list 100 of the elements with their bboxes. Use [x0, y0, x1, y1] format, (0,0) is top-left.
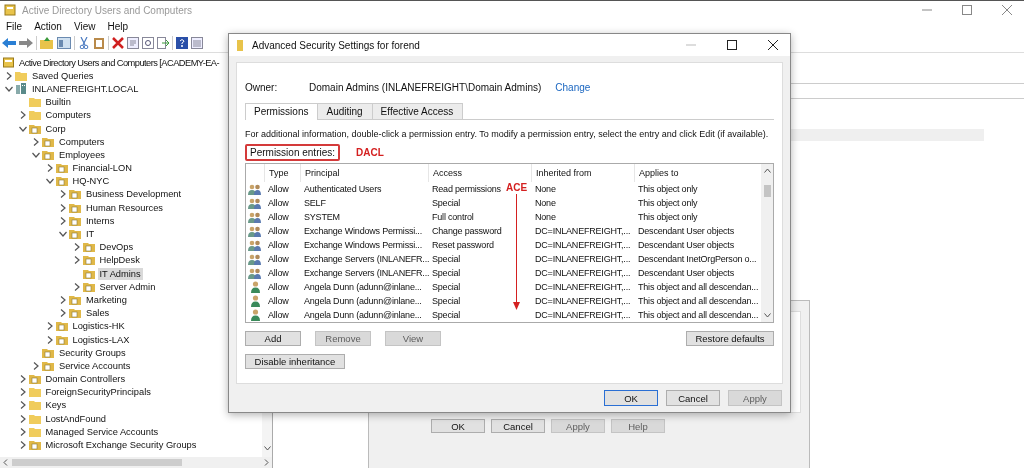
tree-item[interactable]: Sales [84, 307, 112, 320]
chevron-right-icon[interactable] [45, 335, 54, 344]
chevron-right-icon[interactable] [72, 256, 81, 265]
tree-item[interactable]: IT [84, 228, 97, 241]
tree-item[interactable]: Computers [57, 135, 107, 148]
tree-item[interactable]: Marketing [84, 293, 129, 306]
chevron-right-icon[interactable] [32, 137, 40, 146]
tab[interactable]: Permissions [245, 103, 319, 120]
tree-item[interactable]: Saved Queries [30, 69, 96, 82]
tree-item[interactable]: Managed Service Accounts [43, 425, 161, 438]
chevron-down-icon[interactable] [18, 124, 27, 133]
column-header[interactable]: Access [428, 164, 531, 182]
dialog-button[interactable]: Cancel [666, 390, 720, 406]
vertical-scrollbar[interactable] [761, 164, 773, 322]
chevron-right-icon[interactable] [18, 401, 27, 410]
chevron-right-icon[interactable] [72, 243, 81, 252]
panel-icon[interactable] [191, 37, 203, 49]
table-cell: Special [432, 197, 461, 209]
tree-item[interactable]: Service Accounts [57, 359, 133, 372]
chevron-right-icon[interactable] [18, 388, 27, 397]
chevron-right-icon[interactable] [18, 111, 27, 120]
tree-item[interactable]: HQ-NYC [70, 175, 112, 188]
tree-item[interactable]: Logistics-HK [70, 320, 127, 333]
chevron-right-icon[interactable] [59, 295, 67, 304]
folder-icon [28, 400, 41, 411]
chevron-right-icon[interactable] [45, 164, 54, 173]
tree-item[interactable]: INLANEFREIGHT.LOCAL [30, 82, 141, 95]
tree-item[interactable]: LostAndFound [43, 412, 108, 425]
chevron-down-icon[interactable] [263, 446, 271, 451]
chevron-right-icon[interactable] [59, 190, 67, 199]
chevron-down-icon[interactable] [5, 84, 13, 93]
table-cell: DC=INLANEFREIGHT,... [535, 309, 631, 321]
tree-item[interactable]: Domain Controllers [43, 373, 128, 386]
tree-item[interactable]: Interns [84, 214, 117, 227]
horizontal-scrollbar[interactable] [0, 457, 272, 468]
chevron-right-icon[interactable] [18, 414, 27, 423]
menu-item[interactable]: File [6, 21, 23, 32]
chevron-right-icon[interactable] [18, 441, 27, 450]
tree-item[interactable]: Builtin [43, 96, 73, 109]
chevron-right-icon[interactable] [18, 427, 27, 436]
document-search-icon[interactable] [142, 37, 154, 49]
tab[interactable]: Auditing [317, 103, 373, 119]
tree-item[interactable]: Employees [57, 148, 107, 161]
list-button[interactable]: Add [245, 331, 301, 346]
tree-item[interactable]: Computers [43, 109, 93, 122]
scrollbar-thumb[interactable] [12, 459, 182, 466]
tree-item[interactable]: Microsoft Exchange Security Groups [43, 439, 199, 452]
column-header[interactable]: Principal [300, 164, 428, 182]
tree-item[interactable]: Corp [43, 122, 68, 135]
column-header[interactable]: Type [264, 164, 300, 182]
maximize-icon[interactable] [727, 40, 737, 50]
restore-defaults-button[interactable]: Restore defaults [686, 331, 774, 346]
delete-icon[interactable] [112, 37, 124, 49]
chevron-up-icon[interactable] [763, 168, 771, 173]
disable-inheritance-button[interactable]: Disable inheritance [245, 354, 345, 369]
tree-item[interactable]: Server Admin [97, 280, 158, 293]
tree-item[interactable]: IT Admins [97, 267, 143, 280]
forward-arrow-icon[interactable] [19, 37, 33, 49]
tree-item[interactable]: Keys [43, 399, 69, 412]
chevron-right-icon[interactable] [18, 375, 27, 384]
dialog-button[interactable]: OK [604, 390, 658, 406]
scrollbar-thumb[interactable] [763, 185, 771, 197]
console-tree-icon[interactable] [57, 37, 71, 49]
tree-item[interactable]: Active Directory Users and Computers [ACADEMY-EA- [17, 56, 222, 69]
menu-item[interactable]: Help [107, 21, 128, 32]
clipboard-icon[interactable] [93, 37, 105, 49]
change-link[interactable]: Change [555, 81, 591, 93]
close-icon[interactable] [768, 40, 778, 50]
help-icon[interactable] [176, 37, 188, 49]
chevron-right-icon[interactable] [59, 203, 67, 212]
export-icon[interactable] [157, 37, 169, 49]
tab[interactable]: Effective Access [371, 103, 464, 119]
chevron-right-icon[interactable] [72, 282, 81, 291]
chevron-right-icon[interactable] [32, 361, 40, 370]
chevron-down-icon[interactable] [763, 313, 771, 318]
chevron-right-icon[interactable] [59, 216, 67, 225]
tree-item[interactable]: HelpDesk [97, 254, 142, 267]
chevron-right-icon[interactable] [59, 309, 67, 318]
back-arrow-icon[interactable] [2, 37, 16, 49]
chevron-down-icon[interactable] [32, 150, 40, 159]
chevron-right-icon[interactable] [5, 71, 13, 80]
menu-item[interactable]: Action [34, 21, 62, 32]
tree-item[interactable]: Financial-LON [70, 162, 134, 175]
tree-item[interactable]: Logistics-LAX [70, 333, 132, 346]
folder-up-icon[interactable] [40, 37, 54, 49]
menu-item[interactable]: View [73, 21, 96, 32]
dialog-button[interactable]: Cancel [491, 419, 545, 433]
chevron-down-icon[interactable] [45, 177, 54, 186]
tree-item[interactable]: ForeignSecurityPrincipals [43, 386, 153, 399]
tree-item[interactable]: Security Groups [57, 346, 128, 359]
dialog-button[interactable]: OK [431, 419, 485, 433]
chevron-right-icon[interactable] [45, 322, 54, 331]
column-header[interactable]: Inherited from [531, 164, 634, 182]
chevron-down-icon[interactable] [59, 230, 67, 239]
tree-item[interactable]: Human Resources [84, 201, 165, 214]
tree-item[interactable]: DevOps [97, 241, 136, 254]
properties-icon[interactable] [127, 37, 139, 49]
app-icon [4, 4, 16, 16]
tree-item[interactable]: Business Development [84, 188, 184, 201]
scissors-icon[interactable] [78, 37, 90, 49]
